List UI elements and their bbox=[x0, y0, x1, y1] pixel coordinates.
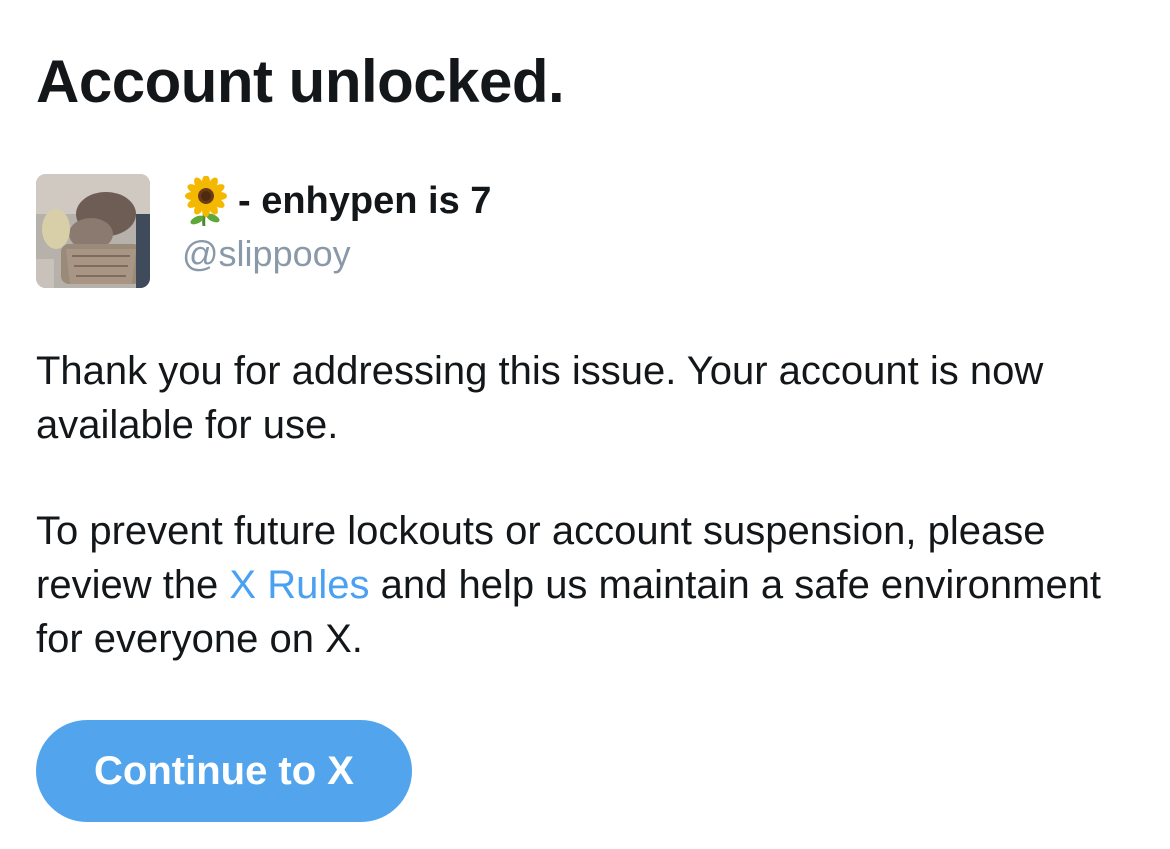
sunflower-icon bbox=[182, 176, 230, 226]
message-paragraph-2: To prevent future lockouts or account su… bbox=[36, 504, 1136, 666]
account-card: - enhypen is 7 @slippooy bbox=[36, 174, 736, 288]
display-name: - enhypen is 7 bbox=[182, 176, 491, 226]
continue-button[interactable]: Continue to X bbox=[36, 720, 412, 822]
account-text: - enhypen is 7 @slippooy bbox=[182, 176, 491, 276]
message-paragraph-1: Thank you for addressing this issue. You… bbox=[36, 349, 1044, 447]
x-rules-link[interactable]: X Rules bbox=[229, 563, 369, 607]
account-handle: @slippooy bbox=[182, 233, 351, 274]
avatar bbox=[36, 174, 150, 288]
display-name-text: - enhypen is 7 bbox=[238, 180, 492, 222]
page-title: Account unlocked. bbox=[36, 48, 565, 115]
account-unlocked-page: Account unlocked. - enhypen is 7 @slippo… bbox=[0, 0, 1170, 849]
